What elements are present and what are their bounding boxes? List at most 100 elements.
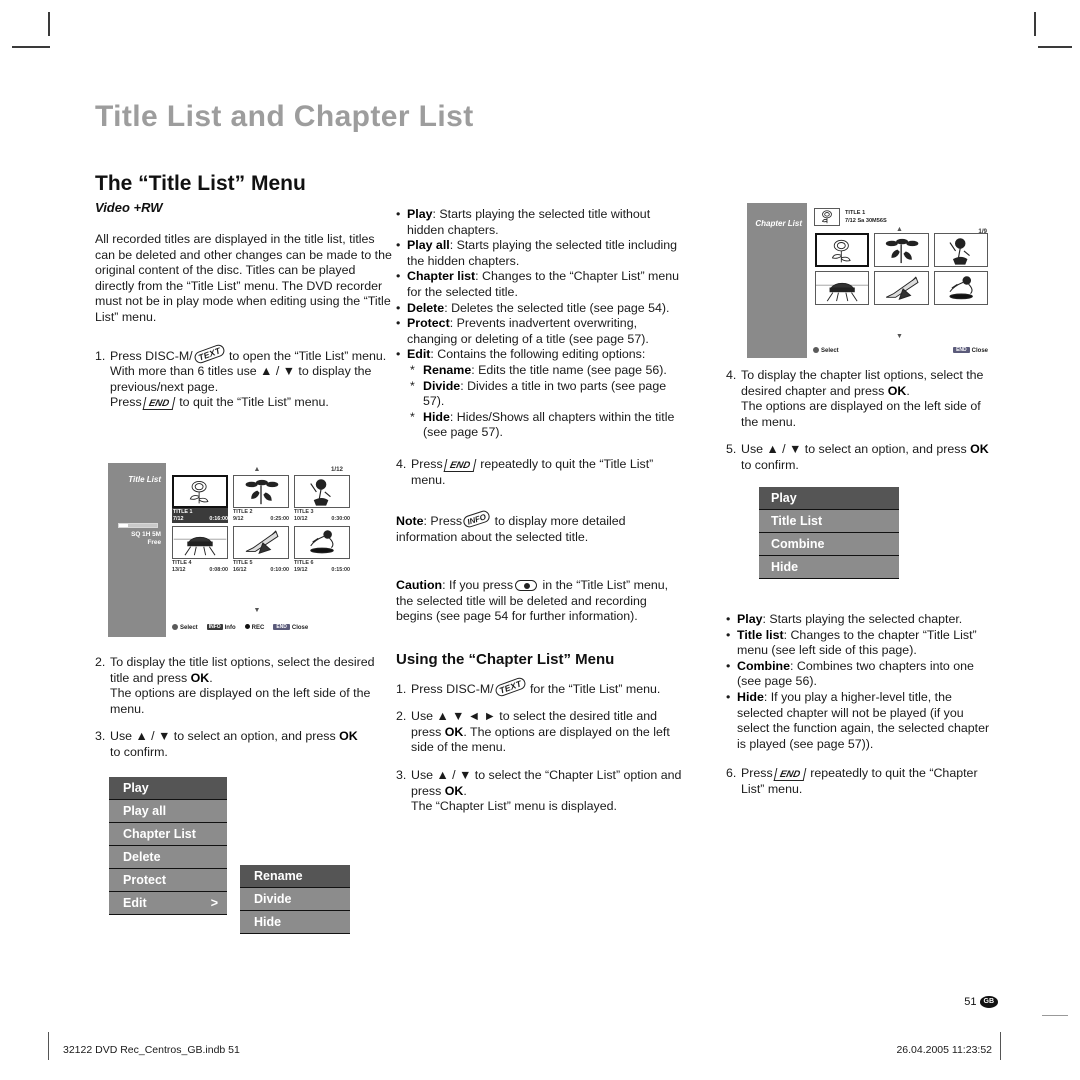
step-1-line-2: With more than 6 titles use ▲ / ▼ to dis… xyxy=(110,364,372,394)
submenu-item-divide[interactable]: Divide xyxy=(240,888,350,911)
chapter-thumb-6[interactable] xyxy=(933,271,988,305)
bullet-play: • Play: Starts playing the selected titl… xyxy=(396,207,686,238)
chapter-bullet-hide-term: Hide xyxy=(737,689,764,704)
chapter-menu-item-play[interactable]: Play xyxy=(759,487,899,510)
chapter-step-2-ok: OK xyxy=(444,724,464,739)
chapter-bullet-hide: • Hide: If you play a higher-level title… xyxy=(726,690,998,752)
menu-item-play[interactable]: Play xyxy=(109,777,227,800)
step-2-text-c: The options are displayed on the left si… xyxy=(110,686,371,716)
title-thumbnail-row: TITLE 1 7/12 0:16:00 TITLE 2 9/12 0:25:0… xyxy=(172,475,350,523)
step-4-number: 4. xyxy=(396,456,407,471)
title-thumb-6-name: TITLE 6 xyxy=(294,560,314,566)
menu-item-protect[interactable]: Protect xyxy=(109,869,227,892)
caution-text-a: : If you press xyxy=(442,578,514,593)
chapter-thumb-3[interactable] xyxy=(933,233,988,267)
chapter-menu-item-hide[interactable]: Hide xyxy=(759,556,899,579)
chapter-list-screen-image: Chapter List TITLE 1 7/12 Sa 30M56S 1/9 … xyxy=(747,203,993,358)
step-3-text-a: Use ▲ / ▼ to select an option, and press xyxy=(110,729,340,744)
chapter-thumb-2[interactable] xyxy=(874,233,929,267)
asterisk-icon: * xyxy=(410,378,415,393)
bullet-delete: • Delete: Deletes the selected title (se… xyxy=(396,301,686,317)
rec-dot-icon xyxy=(244,624,250,629)
chapter-step-3-text-b: . xyxy=(463,783,467,798)
step-3-text-c: to confirm. xyxy=(110,744,168,759)
scroll-down-arrow-icon: ▼ xyxy=(896,333,903,340)
title-thumb-2-date: 9/12 xyxy=(233,516,244,522)
intro-paragraph: All recorded titles are displayed in the… xyxy=(95,232,392,324)
bullet-dot-icon: • xyxy=(726,612,731,626)
step-4-column-two: 4. Press END repeatedly to quit the “Titl… xyxy=(396,457,686,488)
title-list-options-menu: Play Play all Chapter List Delete Protec… xyxy=(109,777,227,915)
chapter-header-info: 7/12 Sa 30M56S xyxy=(845,217,887,224)
step-1-line-3-a: Press xyxy=(110,395,142,410)
chapter-step-6-text-a: Press xyxy=(741,766,773,781)
title-thumb-4-date: 13/12 xyxy=(172,567,186,573)
bullet-dot-icon: • xyxy=(396,347,401,362)
sub-bullet-hide: * Hide: Hides/Shows all chapters within … xyxy=(410,410,686,441)
chapter-thumbnail-grid xyxy=(815,233,988,309)
column-one: All recorded titles are displayed in the… xyxy=(95,232,395,423)
bullet-play-desc: : Starts playing the selected title with… xyxy=(407,207,651,237)
bullet-edit-desc: : Contains the following editing options… xyxy=(430,347,646,362)
chapter-thumb-5[interactable] xyxy=(874,271,929,305)
chapter-step-5-text-a: Use ▲ / ▼ to select an option, and press xyxy=(741,442,971,457)
crop-mark-top-left-vertical xyxy=(48,12,50,36)
chapter-step-3-number: 3. xyxy=(396,768,407,783)
chapter-step-3-text-c: The “Chapter List” menu is displayed. xyxy=(411,799,617,814)
crop-mark-top-right-vertical xyxy=(1034,12,1036,36)
chapter-bullet-combine-term: Combine xyxy=(737,658,791,673)
select-hint: Select xyxy=(813,347,839,354)
sub-bullet-rename: * Rename: Edits the title name (see page… xyxy=(410,363,686,379)
bullet-dot-icon: • xyxy=(396,238,401,253)
bullet-dot-icon: • xyxy=(396,316,401,331)
info-hint: INFO Info xyxy=(206,624,236,631)
title-thumb-2[interactable]: TITLE 2 9/12 0:25:00 xyxy=(233,475,289,523)
step-1: 1. Press DISC-M/TEXT to open the “Title … xyxy=(95,342,395,411)
bird-art-icon xyxy=(294,526,350,559)
asterisk-icon: * xyxy=(410,409,415,424)
title-thumbnail-row: TITLE 4 13/12 0:08:00 TITLE 5 16/12 0:10… xyxy=(172,526,350,574)
chapter-step-6: 6. Press END repeatedly to quit the “Chap… xyxy=(726,766,998,797)
chapter-step-5-text-c: to confirm. xyxy=(741,457,799,472)
menu-item-chapter-list[interactable]: Chapter List xyxy=(109,823,227,846)
menu-item-play-all[interactable]: Play all xyxy=(109,800,227,823)
chapter-title: Title List and Chapter List xyxy=(95,100,474,133)
chapter-bullet-play: • Play: Starts playing the selected chap… xyxy=(726,612,998,628)
chapter-list-header: TITLE 1 7/12 Sa 30M56S xyxy=(814,208,887,226)
bullet-delete-desc: : Deletes the selected title (see page 5… xyxy=(444,300,670,315)
chapter-list-options-menu: Play Title List Combine Hide xyxy=(759,487,899,579)
chapter-thumb-1[interactable] xyxy=(815,233,870,267)
chapter-thumb-4[interactable] xyxy=(815,271,870,305)
step-2: 2. To display the title list options, se… xyxy=(95,655,395,717)
chapter-thumbnail-row xyxy=(815,233,988,267)
chapter-list-thumbnail-area: TITLE 1 7/12 Sa 30M56S 1/9 ▲ ▼ Select EN… xyxy=(807,203,993,358)
title-thumb-1[interactable]: TITLE 1 7/12 0:16:00 xyxy=(172,475,228,523)
close-hint: END Close xyxy=(273,624,308,631)
end-badge-icon: END xyxy=(273,624,290,630)
title-thumb-4[interactable]: TITLE 4 13/12 0:08:00 xyxy=(172,526,228,574)
menu-item-delete[interactable]: Delete xyxy=(109,846,227,869)
bullet-dot-icon: • xyxy=(396,269,401,284)
submenu-caret-icon: > xyxy=(210,896,218,910)
chapter-menu-item-title-list[interactable]: Title List xyxy=(759,510,899,533)
chapter-bullet-play-desc: : Starts playing the selected chapter. xyxy=(762,612,963,626)
title-thumb-6[interactable]: TITLE 6 19/12 0:15:00 xyxy=(294,526,350,574)
subsection-title: Using the “Chapter List” Menu xyxy=(396,651,615,669)
menu-item-edit[interactable]: Edit > xyxy=(109,892,227,915)
title-list-panel-label: Title List xyxy=(128,475,161,484)
submenu-item-rename[interactable]: Rename xyxy=(240,865,350,888)
bullet-chapter-list-term: Chapter list xyxy=(407,269,476,284)
end-key-icon: END xyxy=(443,458,477,472)
shuttle-art-icon xyxy=(233,526,289,559)
caution-paragraph: Caution: If you press in the “Title List… xyxy=(396,578,686,625)
select-hint: Select xyxy=(172,624,198,631)
chapter-menu-item-combine[interactable]: Combine xyxy=(759,533,899,556)
caution-label: Caution xyxy=(396,578,443,593)
crop-mark-bottom-left-vertical xyxy=(48,1032,49,1060)
note-paragraph: Note: Press INFO to display more detailed… xyxy=(396,509,686,545)
title-thumb-3[interactable]: TITLE 3 10/12 0:30:00 xyxy=(294,475,350,523)
bullet-dot-icon: • xyxy=(726,689,731,704)
step-4-text-a: Press xyxy=(411,456,443,471)
title-thumb-5[interactable]: TITLE 5 16/12 0:10:00 xyxy=(233,526,289,574)
submenu-item-hide[interactable]: Hide xyxy=(240,911,350,934)
